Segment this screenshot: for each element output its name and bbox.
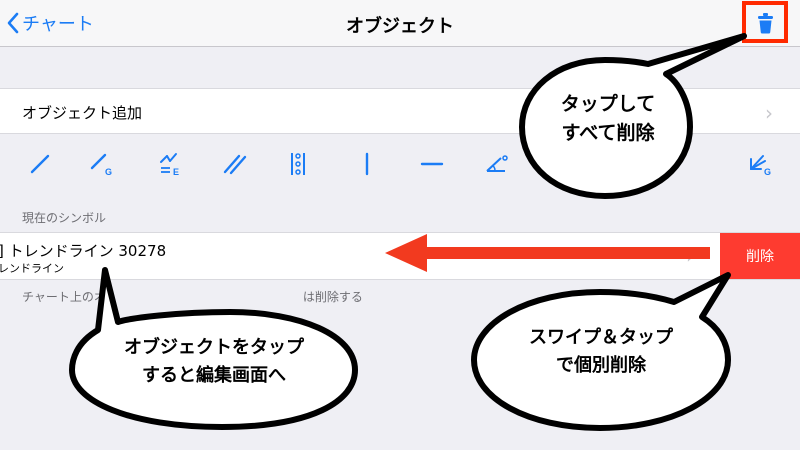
symbol-object-row[interactable]: ] トレンドライン 30278 レンドライン › 削除 [0,232,800,280]
section-header-current-symbol: 現在のシンボル [22,211,107,225]
delete-all-button[interactable] [742,1,788,43]
callout-tap-object-text: オブジェクトをタップ すると編集画面へ [124,337,304,386]
line-tool-icon[interactable] [20,133,60,195]
svg-text:G: G [105,167,112,177]
svg-text:E: E [173,167,179,177]
trash-icon [758,13,773,34]
vertical-fibonacci-tool-icon[interactable] [278,133,318,195]
page-title: オブジェクト [346,16,454,37]
callout-delete-all-text: タップして すべて削除 [560,93,656,145]
footer-note-text: チャート上のオ [22,290,106,304]
line-g-tool-icon[interactable]: G [83,133,123,195]
footer-note-tail: は削除する [302,290,363,304]
horizontal-line-tool-icon[interactable] [412,133,452,195]
add-object-row[interactable]: オブジェクト追加 › [0,88,800,134]
fibonacci-extension-tool-icon[interactable]: E [151,133,191,195]
angle-tool-icon[interactable] [477,133,517,195]
delete-button[interactable]: 削除 [720,233,800,279]
callout-swipe-delete-text: スワイプ＆タップ で個別削除 [529,327,673,376]
drawing-tools-bar: G E G [0,133,800,195]
footer-note: チャート上のオ は削除する [22,288,363,305]
chevron-right-icon: › [765,101,773,125]
vertical-line-tool-icon[interactable] [347,133,387,195]
object-subtitle: レンドライン [0,262,64,275]
callout-swipe-delete: スワイプ＆タップ で個別削除 [486,324,716,380]
add-object-label: オブジェクト追加 [22,104,143,122]
callout-delete-all: タップして すべて削除 [538,90,678,149]
navigation-bar: チャート オブジェクト [0,0,800,47]
chevron-right-icon: › [686,244,694,268]
object-title: ] トレンドライン 30278 [0,242,167,260]
svg-text:G: G [764,167,771,177]
callout-tap-object: オブジェクトをタップ すると編集画面へ [74,334,354,390]
gann-fan-tool-icon[interactable]: G [741,133,781,195]
parallel-lines-tool-icon[interactable] [215,133,255,195]
